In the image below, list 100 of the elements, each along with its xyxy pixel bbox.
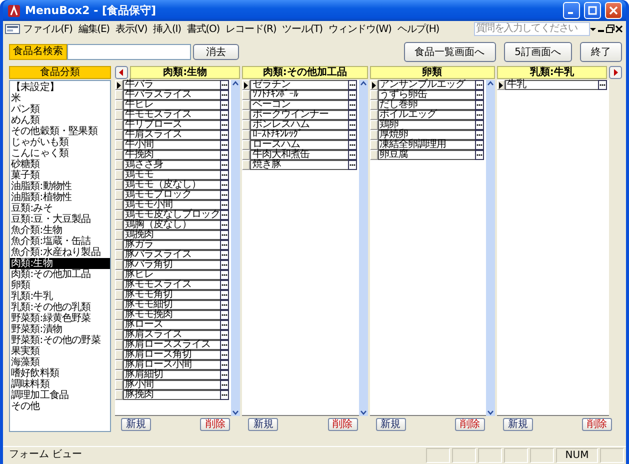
ellipsis-button[interactable]	[474, 120, 484, 130]
ellipsis-button[interactable]	[220, 290, 230, 300]
table-cell[interactable]: 牛乳	[504, 80, 598, 90]
table-cell[interactable]: 鶏ささ身	[123, 160, 220, 170]
table-cell[interactable]: 凍結全卵調理用	[378, 140, 475, 150]
category-item[interactable]: 【未設定】	[10, 82, 110, 93]
table-cell[interactable]: 豚小間	[123, 380, 220, 390]
ellipsis-button[interactable]	[220, 360, 230, 370]
table-cell[interactable]: 鶏モモ（皮なし）	[123, 180, 220, 190]
ellipsis-button[interactable]	[220, 310, 230, 320]
ellipsis-button[interactable]	[220, 230, 230, 240]
category-item[interactable]: 豆類:みそ	[10, 203, 110, 214]
table-cell[interactable]: 牛バラ	[123, 80, 220, 90]
menu-item[interactable]: 書式(O)	[184, 22, 223, 36]
category-item[interactable]: 油脂類:動物性	[10, 181, 110, 192]
table-cell[interactable]: 豚ガラ	[123, 240, 220, 250]
ellipsis-button[interactable]	[348, 150, 356, 160]
table-cell[interactable]: 豚肩スライス	[123, 330, 220, 340]
category-item[interactable]: 野菜類:緑黄色野菜	[10, 313, 110, 324]
category-item[interactable]: 魚介類:水産ねり製品	[10, 247, 110, 258]
category-item[interactable]: パン類	[10, 104, 110, 115]
ellipsis-button[interactable]	[474, 90, 484, 100]
record-selector[interactable]	[242, 160, 250, 170]
table-cell[interactable]: 牛リブロース	[123, 120, 220, 130]
ellipsis-button[interactable]	[220, 350, 230, 360]
menu-item[interactable]: ツール(T)	[279, 22, 326, 36]
ellipsis-button[interactable]	[348, 130, 356, 140]
menu-item[interactable]: ウィンドウ(W)	[325, 22, 394, 36]
table-cell[interactable]: 鶏卵	[378, 120, 475, 130]
minimize-button[interactable]	[563, 2, 580, 19]
ellipsis-button[interactable]	[220, 210, 230, 220]
record-selector[interactable]	[115, 80, 123, 90]
ellipsis-button[interactable]	[220, 220, 230, 230]
table-cell[interactable]: 豚挽肉	[123, 390, 220, 400]
category-item[interactable]: 野菜類:漬物	[10, 324, 110, 335]
table-cell[interactable]: ボイルエッグ	[378, 110, 475, 120]
category-item[interactable]: 米	[10, 93, 110, 104]
delete-button[interactable]: 削除	[328, 418, 358, 431]
table-cell[interactable]: 豚肩ローススライス	[123, 340, 220, 350]
ellipsis-button[interactable]	[220, 130, 230, 140]
new-button[interactable]: 新規	[121, 418, 151, 431]
ellipsis-button[interactable]	[474, 100, 484, 110]
category-item[interactable]: 肉類:その他加工品	[10, 269, 110, 280]
close-button[interactable]	[605, 2, 622, 19]
category-item[interactable]: 乳類:牛乳	[10, 291, 110, 302]
table-cell[interactable]: ベーコン	[250, 100, 348, 110]
table-cell[interactable]: 鶏モモ小間	[123, 200, 220, 210]
datasheet[interactable]: ゼラチン ｿﾌﾄﾁｷﾝﾎﾞｰﾙ ベーコン ポークウインナー ボンレスハム ﾛｰｽﾄﾁｷﾝﾚｯｸﾞ ロースハム 牛肉大和煮缶 焼き豚	[242, 80, 358, 416]
table-cell[interactable]: 牛肉大和煮缶	[250, 150, 348, 160]
datasheet[interactable]: 牛バラ 牛バラスライス 牛ヒレ 牛モモスライス 牛リブロース 牛肩スライス 牛小間 牛挽肉 鶏ささ身 鶏モモ 鶏モモ（皮なし） 鶏モモブロック 鶏モモ小間 鶏モモ皮なしブロック 鶏胸（皮なし） 鶏挽肉 豚ガラ 豚バラスライス 豚バラ角切 豚ヒレ 豚モモスライス 豚モモ角切 豚モモ細切 豚モモ挽肉 豚ロース 豚肩スライス 豚肩ローススライス 豚肩ロース角切 豚肩ロース小間 豚肩細切 豚小間 豚挽肉	[115, 80, 232, 416]
delete-button[interactable]: 削除	[582, 418, 612, 431]
ellipsis-button[interactable]	[220, 90, 230, 100]
record-selector[interactable]	[242, 150, 250, 160]
screen-button[interactable]: 5訂画面へ	[504, 42, 572, 62]
delete-button[interactable]: 削除	[454, 418, 485, 431]
ellipsis-button[interactable]	[220, 120, 230, 130]
ellipsis-button[interactable]	[220, 390, 230, 400]
table-cell[interactable]: ゼラチン	[250, 80, 348, 90]
ellipsis-button[interactable]	[220, 380, 230, 390]
category-item[interactable]: その他穀類・堅果類	[10, 126, 110, 137]
ellipsis-button[interactable]	[220, 140, 230, 150]
table-cell[interactable]: 焼き豚	[250, 160, 348, 170]
ellipsis-button[interactable]	[348, 120, 356, 130]
ellipsis-button[interactable]	[220, 160, 230, 170]
ellipsis-button[interactable]	[220, 150, 230, 160]
ellipsis-button[interactable]	[220, 110, 230, 120]
table-cell[interactable]: アンサンブルエッグ	[378, 80, 475, 90]
table-cell[interactable]: ポークウインナー	[250, 110, 348, 120]
menu-item[interactable]: ファイル(F)	[20, 22, 76, 36]
next-button[interactable]	[609, 66, 622, 79]
table-cell[interactable]: 牛挽肉	[123, 150, 220, 160]
ellipsis-button[interactable]	[220, 180, 230, 190]
ellipsis-button[interactable]	[348, 140, 356, 150]
ellipsis-button[interactable]	[348, 160, 356, 170]
clear-button[interactable]: 消去	[193, 44, 239, 60]
record-selector[interactable]	[242, 140, 250, 150]
datasheet[interactable]: 牛乳	[496, 80, 609, 416]
ellipsis-button[interactable]	[474, 150, 484, 160]
category-item[interactable]: 果実類	[10, 346, 110, 357]
table-cell[interactable]: 豚ヒレ	[123, 270, 220, 280]
table-cell[interactable]: 豚モモ角切	[123, 290, 220, 300]
datasheet[interactable]: アンサンブルエッグ うずら卵缶 だし巻卵 ボイルエッグ 鶏卵 厚焼卵 凍結全卵調理用 卵豆腐	[370, 80, 486, 416]
ellipsis-button[interactable]	[220, 170, 230, 180]
category-item[interactable]: 肉類:生物	[10, 258, 110, 269]
table-cell[interactable]: 豚モモ細切	[123, 300, 220, 310]
record-selector[interactable]	[242, 130, 250, 140]
table-cell[interactable]: ｿﾌﾄﾁｷﾝﾎﾞｰﾙ	[250, 90, 348, 100]
ellipsis-button[interactable]	[220, 370, 230, 380]
category-item[interactable]: 乳類:その他の乳類	[10, 302, 110, 313]
category-item[interactable]: 菓子類	[10, 170, 110, 181]
table-cell[interactable]: 豚肩ロース角切	[123, 350, 220, 360]
ellipsis-button[interactable]	[220, 250, 230, 260]
ellipsis-button[interactable]	[220, 80, 230, 90]
table-cell[interactable]: 鶏胸（皮なし）	[123, 220, 220, 230]
ellipsis-button[interactable]	[220, 300, 230, 310]
maximize-button[interactable]	[584, 2, 601, 19]
record-selector[interactable]	[242, 80, 250, 90]
category-item[interactable]: 魚介類:生物	[10, 225, 110, 236]
record-selector[interactable]	[242, 90, 250, 100]
category-item[interactable]: その他	[10, 401, 110, 412]
